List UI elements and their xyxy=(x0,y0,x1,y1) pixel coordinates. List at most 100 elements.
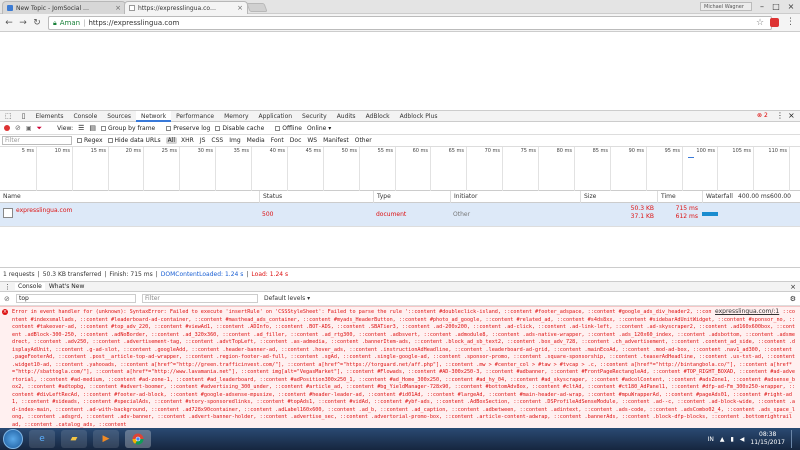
tab-label: New Topic - JomSocial … xyxy=(16,4,90,12)
media-player-icon[interactable]: ▶ xyxy=(93,430,119,448)
context-select[interactable]: top xyxy=(16,294,136,303)
tab-security[interactable]: Security xyxy=(297,111,332,122)
tab-adblock-plus[interactable]: Adblock Plus xyxy=(395,111,443,122)
context-value: top xyxy=(19,295,29,302)
column-time[interactable]: Time xyxy=(657,191,676,203)
console-filter-input[interactable]: Filter xyxy=(142,294,258,303)
column-size[interactable]: Size xyxy=(580,191,596,203)
browser-menu-icon[interactable]: ⋮ xyxy=(786,17,795,27)
maximize-icon[interactable]: □ xyxy=(770,2,782,12)
summary-separator: | xyxy=(155,270,158,278)
adblock-extension-icon[interactable] xyxy=(770,18,779,27)
clear-icon[interactable]: ⊘ xyxy=(15,124,21,132)
language-indicator[interactable]: IN xyxy=(708,436,714,443)
filter-type-ws[interactable]: WS xyxy=(305,137,319,144)
timeline-tick: 75 ms xyxy=(521,147,539,191)
omnibox-separator: | xyxy=(83,19,86,27)
clear-console-icon[interactable]: ⊘ xyxy=(4,295,10,303)
timeline-tick: 35 ms xyxy=(234,147,252,191)
tab-console[interactable]: Console xyxy=(68,111,102,122)
show-desktop-button[interactable] xyxy=(791,430,797,448)
drawer-close-icon[interactable]: × xyxy=(790,283,796,291)
filter-type-manifest[interactable]: Manifest xyxy=(321,137,351,144)
filter-type-other[interactable]: Other xyxy=(353,137,374,144)
folder-icon[interactable]: ▰ xyxy=(61,430,87,448)
new-tab-button[interactable] xyxy=(246,3,268,12)
filter-icon[interactable]: ⏷ xyxy=(37,124,43,133)
tab-performance[interactable]: Performance xyxy=(171,111,219,122)
forward-icon[interactable]: → xyxy=(18,18,28,28)
tab-expresslingua[interactable]: https://expresslingua.co… × xyxy=(124,1,248,14)
tab-network[interactable]: Network xyxy=(136,110,172,122)
minimize-icon[interactable]: – xyxy=(756,2,768,12)
filter-type-css[interactable]: CSS xyxy=(209,137,225,144)
back-icon[interactable]: ← xyxy=(4,18,14,28)
drawer-tab-whats-new[interactable]: What's New xyxy=(49,283,85,290)
profile-button[interactable]: Michael Wagner xyxy=(700,2,752,11)
column-type[interactable]: Type xyxy=(373,191,391,203)
filter-type-all[interactable]: All xyxy=(165,137,178,144)
column-waterfall[interactable]: Waterfall xyxy=(702,191,733,203)
error-icon: × xyxy=(2,309,8,315)
network-filter-input[interactable]: Filter xyxy=(2,136,72,145)
timeline-tick-label: 65 ms xyxy=(448,148,464,154)
filter-type-media[interactable]: Media xyxy=(245,137,267,144)
tab-application[interactable]: Application xyxy=(254,111,298,122)
regex-checkbox[interactable]: Regex xyxy=(77,137,103,144)
devtools-menu-icon[interactable]: ⋮ xyxy=(776,111,784,120)
log-levels-value: Default levels xyxy=(264,295,306,302)
omnibox[interactable]: 🔒︎ Aman | https://expresslingua.com xyxy=(48,16,772,30)
clock-date: 11/15/2017 xyxy=(750,439,785,446)
volume-icon[interactable]: ◀ xyxy=(740,436,745,443)
throttle-select[interactable]: Online ▾ xyxy=(307,125,331,132)
error-source-link[interactable]: expresslingua.com/:1 xyxy=(712,308,780,315)
filter-type-img[interactable]: Img xyxy=(227,137,242,144)
filter-type-font[interactable]: Font xyxy=(269,137,286,144)
large-rows-icon[interactable]: ☰ xyxy=(78,124,84,132)
overview-icon[interactable]: ▤ xyxy=(89,124,96,132)
devtools-close-icon[interactable]: × xyxy=(788,111,795,120)
console-settings-icon[interactable]: ⚙ xyxy=(790,295,796,303)
checkbox-box xyxy=(101,125,106,131)
disable-cache-checkbox[interactable]: Disable cache xyxy=(215,125,264,132)
log-levels-select[interactable]: Default levels ▾ xyxy=(264,295,310,302)
tab-memory[interactable]: Memory xyxy=(219,111,253,122)
preserve-log-checkbox[interactable]: Preserve log xyxy=(166,125,210,132)
drawer-menu-icon[interactable]: ⋮ xyxy=(4,283,11,291)
tab-jomsocial[interactable]: New Topic - JomSocial … × xyxy=(2,1,126,14)
ie-icon[interactable]: e xyxy=(29,430,55,448)
tab-sources[interactable]: Sources xyxy=(102,111,136,122)
reload-icon[interactable]: ↻ xyxy=(32,18,42,28)
error-count-badge[interactable]: ⊗ 2 xyxy=(757,112,768,119)
clock[interactable]: 08:38 11/15/2017 xyxy=(750,431,785,447)
tab-elements[interactable]: Elements xyxy=(30,111,68,122)
device-toolbar-icon[interactable]: ▯ xyxy=(17,111,31,122)
filter-type-xhr[interactable]: XHR xyxy=(179,137,196,144)
network-overview-timeline[interactable]: 5 ms 10 ms 15 ms 20 ms 25 ms 30 ms 35 ms 40 ms 4… xyxy=(0,147,800,191)
filter-type-doc[interactable]: Doc xyxy=(288,137,304,144)
timeline-tick-label: 80 ms xyxy=(556,148,572,154)
offline-checkbox[interactable]: Offline xyxy=(275,125,302,132)
window-close-icon[interactable]: × xyxy=(785,2,797,12)
close-icon[interactable]: × xyxy=(115,4,121,12)
drawer-tab-console[interactable]: Console xyxy=(15,283,45,290)
tab-audits[interactable]: Audits xyxy=(332,111,361,122)
camera-icon[interactable]: ▣ xyxy=(26,125,32,132)
close-icon[interactable]: × xyxy=(237,4,243,12)
table-row[interactable]: expresslingua.com 500 document Other 50.… xyxy=(0,203,800,227)
filter-type-js[interactable]: JS xyxy=(198,137,208,144)
group-by-frame-checkbox[interactable]: Group by frame xyxy=(101,125,155,132)
hide-data-urls-checkbox[interactable]: Hide data URLs xyxy=(107,137,161,144)
tab-adblock[interactable]: AdBlock xyxy=(361,111,395,122)
timeline-tick-label: 40 ms xyxy=(269,148,285,154)
record-icon[interactable] xyxy=(4,125,10,131)
bookmark-star-icon[interactable]: ☆ xyxy=(756,18,764,28)
chrome-icon[interactable] xyxy=(125,430,151,448)
inspect-element-icon[interactable]: ⬚ xyxy=(0,111,17,122)
tray-expand-icon[interactable]: ▲ xyxy=(720,436,725,443)
network-icon[interactable]: ▮ xyxy=(730,436,733,443)
column-name[interactable]: Name xyxy=(0,191,21,203)
column-status[interactable]: Status xyxy=(259,191,282,203)
start-button[interactable] xyxy=(3,429,23,449)
column-initiator[interactable]: Initiator xyxy=(450,191,477,203)
